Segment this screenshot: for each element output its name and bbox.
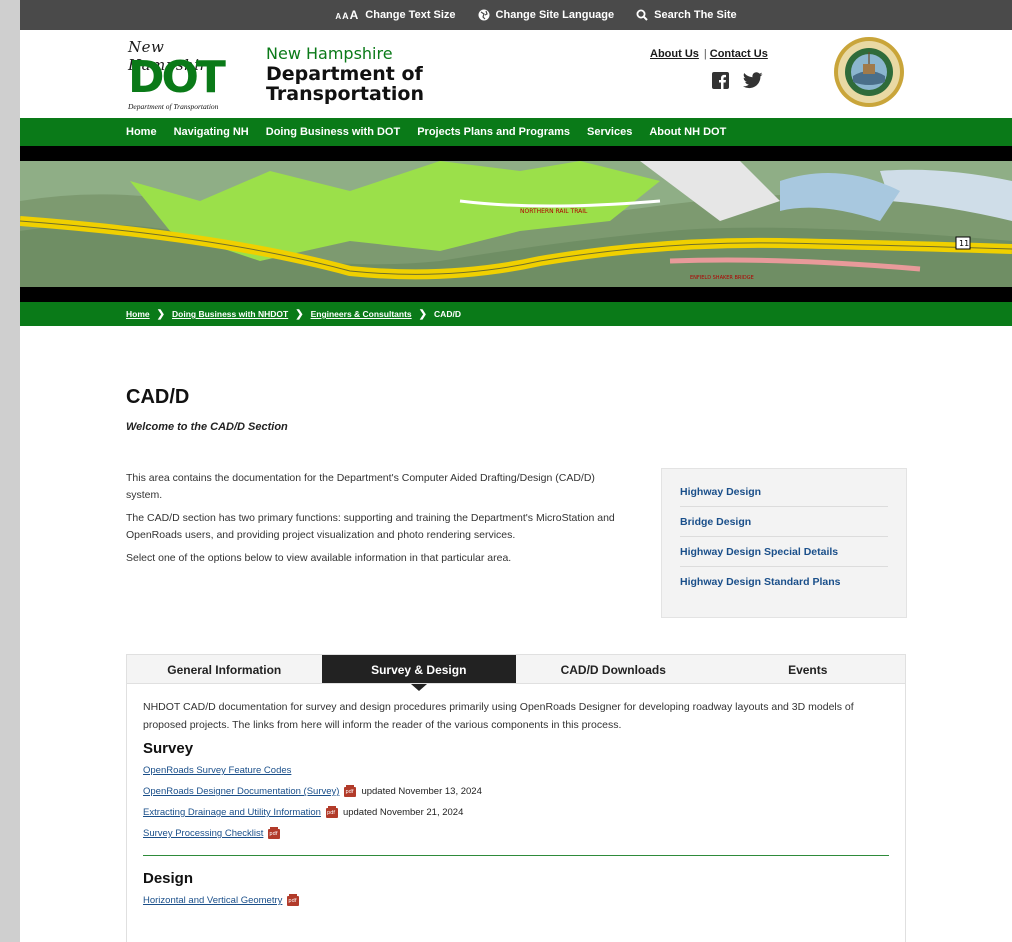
pdf-icon [325,805,338,818]
breadcrumb-doing-business[interactable]: Doing Business with NHDOT [172,309,288,319]
tab-survey-design[interactable]: Survey & Design [321,655,516,691]
agency-name-line3: Transportation [266,83,425,105]
list-item: Horizontal and Vertical Geometry [143,893,889,906]
search-icon [636,9,648,21]
breadcrumb-engineers-consultants[interactable]: Engineers & Consultants [311,309,412,319]
change-text-size-label: Change Text Size [365,9,456,21]
list-item: Extracting Drainage and Utility Informat… [143,805,889,818]
nhdot-logo[interactable]: New Hampshire DOT Department of Transpor… [126,38,254,112]
nav-navigating-nh[interactable]: Navigating NH [174,126,249,138]
list-item: OpenRoads Designer Documentation (Survey… [143,784,889,797]
search-site-button[interactable]: Search The Site [636,9,737,21]
utility-bar: AAA Change Text Size Change Site Languag… [20,0,1012,30]
chevron-right-icon: ❯ [418,308,428,320]
logo-subtitle: Department of Transportation [128,102,219,111]
social-links [712,72,763,89]
facebook-icon[interactable] [712,72,729,89]
survey-feature-codes-link[interactable]: OpenRoads Survey Feature Codes [143,765,291,776]
link-highway-design-standard-plans[interactable]: Highway Design Standard Plans [680,567,888,596]
ord-documentation-survey-link[interactable]: OpenRoads Designer Documentation (Survey… [143,786,339,797]
extracting-drainage-link[interactable]: Extracting Drainage and Utility Informat… [143,807,321,818]
chevron-right-icon: ❯ [295,308,304,320]
agency-name: New Hampshire Department of Transportati… [266,44,424,104]
pdf-icon [287,893,300,906]
roadway-plan-image: NORTHERN RAIL TRAIL ENFIELD SHAKER BRIDG… [20,161,1012,287]
agency-name-line1: New Hampshire [266,44,393,63]
pdf-icon [268,826,281,839]
intro-paragraph: This area contains the documentation for… [126,472,595,501]
header-link-separator: | [703,48,707,60]
search-site-label: Search The Site [654,9,737,21]
intro-paragraph: Select one of the options below to view … [126,552,512,564]
nav-about-nhdot[interactable]: About NH DOT [649,126,726,138]
breadcrumb-home[interactable]: Home [126,309,150,319]
intro-text: This area contains the documentation for… [126,470,616,573]
tab-events[interactable]: Events [710,655,905,684]
breadcrumb: Home ❯ Doing Business with NHDOT ❯ Engin… [20,302,1012,326]
panel-intro-text: NHDOT CAD/D documentation for survey and… [143,701,854,731]
chevron-right-icon: ❯ [156,308,166,320]
main-content: CAD/D Welcome to the CAD/D Section This … [126,386,907,942]
globe-icon [478,9,490,21]
section-tabs: General Information Survey & Design CAD/… [126,654,906,691]
survey-processing-checklist-link[interactable]: Survey Processing Checklist [143,828,263,839]
updated-note: updated November 13, 2024 [361,786,482,797]
tab-cadd-downloads[interactable]: CAD/D Downloads [516,655,711,684]
updated-note: updated November 21, 2024 [342,807,464,818]
contact-us-link[interactable]: Contact Us [710,48,768,60]
nav-home[interactable]: Home [126,126,157,138]
section-divider [143,855,889,856]
page: AAA Change Text Size Change Site Languag… [20,0,1012,942]
hero-banner: NORTHERN RAIL TRAIL ENFIELD SHAKER BRIDG… [20,146,1012,302]
nav-services[interactable]: Services [587,126,632,138]
link-highway-design-special-details[interactable]: Highway Design Special Details [680,537,888,567]
state-seal-icon [834,37,904,107]
logo-mark: DOT [128,52,226,103]
header-links: About Us | Contact Us [650,48,768,60]
survey-heading: Survey [143,740,194,757]
related-links-box: Highway Design Bridge Design Highway Des… [661,468,907,618]
site-header: New Hampshire DOT Department of Transpor… [20,30,1012,118]
link-highway-design[interactable]: Highway Design [680,477,888,507]
text-size-icon: AAA [335,8,360,22]
change-text-size-button[interactable]: AAA Change Text Size [335,8,455,22]
main-navigation: Home Navigating NH Doing Business with D… [20,118,1012,146]
banner-route-number: 11 [959,239,969,248]
about-us-link[interactable]: About Us [650,48,699,60]
banner-label-rail-trail: NORTHERN RAIL TRAIL [520,208,588,215]
breadcrumb-current: CAD/D [434,309,461,319]
nav-projects-plans-programs[interactable]: Projects Plans and Programs [417,126,570,138]
change-language-button[interactable]: Change Site Language [478,9,615,21]
link-bridge-design[interactable]: Bridge Design [680,507,888,537]
list-item: OpenRoads Survey Feature Codes [143,765,889,776]
twitter-icon[interactable] [743,72,763,89]
page-subtitle: Welcome to the CAD/D Section [126,421,288,433]
tab-general-information[interactable]: General Information [127,655,322,684]
horizontal-vertical-geometry-link[interactable]: Horizontal and Vertical Geometry [143,895,282,906]
pdf-icon [344,784,357,797]
list-item: Survey Processing Checklist [143,826,889,839]
agency-name-line2: Department of [266,63,423,85]
page-title: CAD/D [126,386,190,408]
banner-label-bridge: ENFIELD SHAKER BRIDGE [690,275,754,281]
design-heading: Design [143,870,194,887]
change-language-label: Change Site Language [495,9,615,21]
intro-paragraph: The CAD/D section has two primary functi… [126,512,615,541]
tab-panel-survey-design: NHDOT CAD/D documentation for survey and… [126,683,906,942]
nav-doing-business[interactable]: Doing Business with DOT [266,126,400,138]
